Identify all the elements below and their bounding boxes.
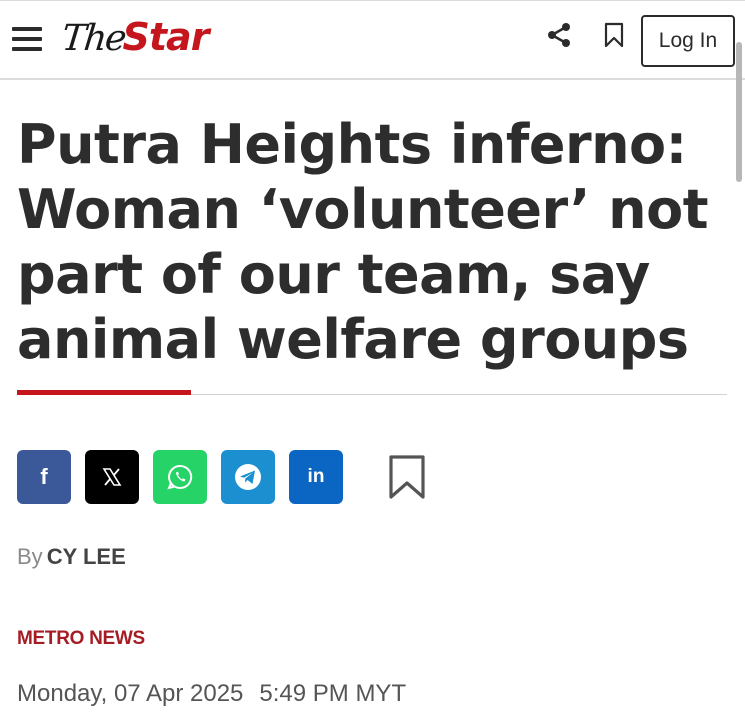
publish-time: 5:49 PM MYT: [259, 680, 407, 707]
facebook-icon: f: [40, 464, 48, 489]
logo-star-text: Star: [122, 15, 210, 59]
byline-prefix: By: [17, 544, 43, 569]
bookmark-icon[interactable]: [602, 21, 626, 49]
bookmark-article-icon[interactable]: [386, 454, 428, 500]
telegram-share-button[interactable]: [221, 450, 275, 504]
login-button[interactable]: Log In: [641, 15, 735, 67]
category-link[interactable]: METRO NEWS: [17, 628, 145, 650]
menu-icon[interactable]: [12, 27, 42, 55]
whatsapp-share-button[interactable]: [153, 450, 207, 504]
linkedin-share-button[interactable]: in: [289, 450, 343, 504]
whatsapp-icon: [167, 464, 193, 490]
the-star-logo[interactable]: TheStar: [59, 15, 210, 67]
facebook-share-button[interactable]: f: [17, 450, 71, 504]
telegram-icon: [235, 464, 261, 490]
x-share-button[interactable]: [85, 450, 139, 504]
publish-dateline: Monday, 07 Apr 2025 5:49 PM MYT: [17, 680, 406, 708]
logo-the-text: The: [59, 18, 127, 59]
author-link[interactable]: CY LEE: [47, 544, 126, 569]
byline: By CY LEE: [17, 544, 126, 570]
top-bar: TheStar Log In: [0, 0, 745, 80]
x-icon: [102, 468, 122, 486]
share-icon[interactable]: [545, 21, 573, 49]
scrollbar[interactable]: [736, 42, 742, 182]
headline-accent-bar: [17, 390, 191, 395]
publish-date: Monday, 07 Apr 2025: [17, 680, 244, 707]
linkedin-icon: in: [307, 466, 325, 487]
article-headline: Putra Heights inferno: Woman ‘volunteer’…: [17, 113, 709, 371]
